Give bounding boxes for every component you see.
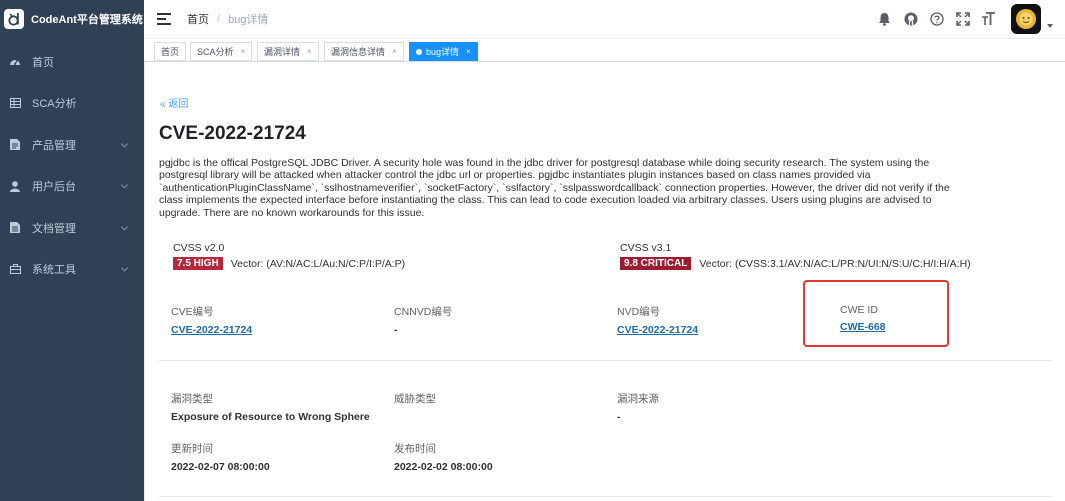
tag-label: 漏洞信息详情 — [331, 47, 386, 57]
sidebar-item-tools[interactable]: 系统工具 — [0, 249, 144, 291]
sidebar-menu: 首页 SCA分析 产品管理 用户后台 文档管理 系统工具 — [0, 41, 144, 290]
github-icon[interactable] — [903, 12, 918, 27]
tags-view: 首页 SCA分析 × 漏洞详情 × 漏洞信息详情 × bug详情 × — [144, 38, 1065, 62]
nvd-id-link[interactable]: CVE-2022-21724 — [617, 324, 698, 336]
table-icon — [9, 97, 21, 109]
close-icon[interactable]: × — [392, 47, 397, 56]
published-time-value: 2022-02-02 08:00:00 — [394, 461, 493, 473]
nvd-id-label: NVD编号 — [617, 306, 661, 318]
vuln-type-value: Exposure of Resource to Wrong Sphere — [171, 411, 370, 423]
updated-time-label: 更新时间 — [171, 443, 213, 455]
navbar-actions — [877, 0, 1065, 38]
vuln-type-field: 漏洞类型 Exposure of Resource to Wrong Spher… — [171, 391, 370, 423]
cve-description: pgjdbc is the offical PostgreSQL JDBC Dr… — [159, 157, 950, 219]
tag-label: bug详情 — [426, 47, 460, 57]
cvss-v2-label: CVSS v2.0 — [173, 242, 225, 254]
chevron-down-icon — [120, 223, 129, 231]
document-icon — [9, 139, 21, 151]
caret-down-icon[interactable] — [1047, 24, 1053, 28]
sidebar-item-label: 首页 — [32, 56, 54, 69]
sidebar-item-label: 文档管理 — [32, 222, 76, 235]
sidebar-item-home[interactable]: 首页 — [0, 41, 144, 83]
cvss-v3-label: CVSS v3.1 — [620, 242, 672, 254]
breadcrumb: 首页 / bug详情 — [187, 11, 268, 27]
cve-id-field: CVE编号 CVE-2022-21724 — [171, 304, 252, 336]
sidebar-item-products[interactable]: 产品管理 — [0, 124, 144, 166]
section-divider — [159, 496, 1052, 497]
cwe-id-label: CWE ID — [840, 304, 878, 316]
chevron-down-icon — [120, 181, 129, 189]
sidebar-item-label: 系统工具 — [32, 264, 76, 277]
tag-label: 首页 — [161, 47, 180, 57]
fullscreen-icon[interactable] — [955, 12, 970, 27]
vuln-source-label: 漏洞来源 — [617, 393, 659, 405]
cnnvd-id-value: - — [394, 324, 398, 336]
toolbox-icon — [9, 263, 21, 275]
brand[interactable]: CodeAnt平台管理系统 — [0, 0, 144, 38]
sidebar-item-users[interactable]: 用户后台 — [0, 166, 144, 208]
sidebar-item-label: 产品管理 — [32, 139, 76, 152]
sidebar-item-label: 用户后台 — [32, 181, 76, 194]
cnnvd-id-field: CNNVD编号 - — [394, 304, 452, 336]
threat-type-label: 威胁类型 — [394, 393, 436, 405]
main-content: « 返回 CVE-2022-21724 pgjdbc is the offica… — [144, 62, 1065, 501]
sidebar-item-label: SCA分析 — [32, 98, 77, 111]
avatar[interactable] — [1011, 4, 1041, 34]
tag-home[interactable]: 首页 — [154, 42, 187, 61]
font-size-icon[interactable] — [981, 12, 996, 27]
dashboard-icon — [9, 56, 21, 68]
cvss-v2-vector: Vector: (AV:N/AC:L/Au:N/C:P/I:P/A:P) — [230, 257, 406, 270]
cve-id-label: CVE编号 — [171, 306, 214, 318]
breadcrumb-separator: / — [217, 13, 221, 25]
hamburger-menu-icon[interactable] — [157, 13, 171, 25]
page-title: CVE-2022-21724 — [159, 123, 306, 144]
cvss-v2-badge: 7.5 HIGH — [173, 257, 223, 270]
back-link[interactable]: « 返回 — [160, 95, 188, 110]
sidebar-item-sca[interactable]: SCA分析 — [0, 83, 144, 125]
cwe-id-link[interactable]: CWE-668 — [840, 321, 886, 333]
cvss-v3: CVSS v3.1 9.8 CRITICAL Vector: (CVSS:3.1… — [620, 242, 971, 270]
vuln-type-label: 漏洞类型 — [171, 393, 213, 405]
sidebar-item-docs[interactable]: 文档管理 — [0, 207, 144, 249]
file-icon — [9, 222, 21, 234]
chevron-down-icon — [120, 264, 129, 272]
close-icon[interactable]: × — [241, 47, 246, 56]
sidebar: CodeAnt平台管理系统 首页 SCA分析 产品管理 用户后台 文档管理 系统… — [0, 0, 144, 501]
cnnvd-id-label: CNNVD编号 — [394, 306, 453, 318]
published-time-label: 发布时间 — [394, 443, 436, 455]
help-icon[interactable] — [929, 12, 944, 27]
active-dot-icon — [416, 48, 422, 55]
app-title: CodeAnt平台管理系统 — [31, 14, 143, 26]
nvd-id-field: NVD编号 CVE-2022-21724 — [617, 304, 698, 336]
updated-time-field: 更新时间 2022-02-07 08:00:00 — [171, 441, 270, 473]
cvss-v2: CVSS v2.0 7.5 HIGH Vector: (AV:N/AC:L/Au… — [173, 242, 405, 270]
navbar: 首页 / bug详情 — [144, 0, 1065, 38]
bell-icon[interactable] — [877, 12, 892, 27]
brand-logo-icon — [4, 9, 24, 29]
close-icon[interactable]: × — [307, 47, 312, 56]
vuln-source-field: 漏洞来源 - — [617, 391, 659, 423]
user-icon — [9, 180, 21, 192]
section-divider — [159, 360, 1052, 361]
breadcrumb-home[interactable]: 首页 — [187, 11, 209, 27]
tag-label: SCA分析 — [197, 47, 234, 57]
close-icon[interactable]: × — [466, 47, 471, 56]
cvss-v3-vector: Vector: (CVSS:3.1/AV:N/AC:L/PR:N/UI:N/S:… — [699, 257, 971, 270]
threat-type-field: 威胁类型 — [394, 391, 436, 411]
tag-bug-detail[interactable]: bug详情 × — [409, 42, 478, 61]
chevron-down-icon — [120, 140, 129, 148]
updated-time-value: 2022-02-07 08:00:00 — [171, 461, 270, 473]
cvss-v3-badge: 9.8 CRITICAL — [620, 257, 692, 270]
published-time-field: 发布时间 2022-02-02 08:00:00 — [394, 441, 493, 473]
vuln-source-value: - — [617, 411, 621, 423]
cwe-id-field: CWE ID CWE-668 — [840, 304, 886, 333]
breadcrumb-current: bug详情 — [228, 14, 269, 26]
tag-vuln-detail[interactable]: 漏洞详情 × — [257, 42, 319, 61]
tag-sca[interactable]: SCA分析 × — [190, 42, 253, 61]
tag-label: 漏洞详情 — [264, 47, 301, 57]
cve-id-link[interactable]: CVE-2022-21724 — [171, 324, 252, 336]
tag-vuln-info-detail[interactable]: 漏洞信息详情 × — [324, 42, 404, 61]
